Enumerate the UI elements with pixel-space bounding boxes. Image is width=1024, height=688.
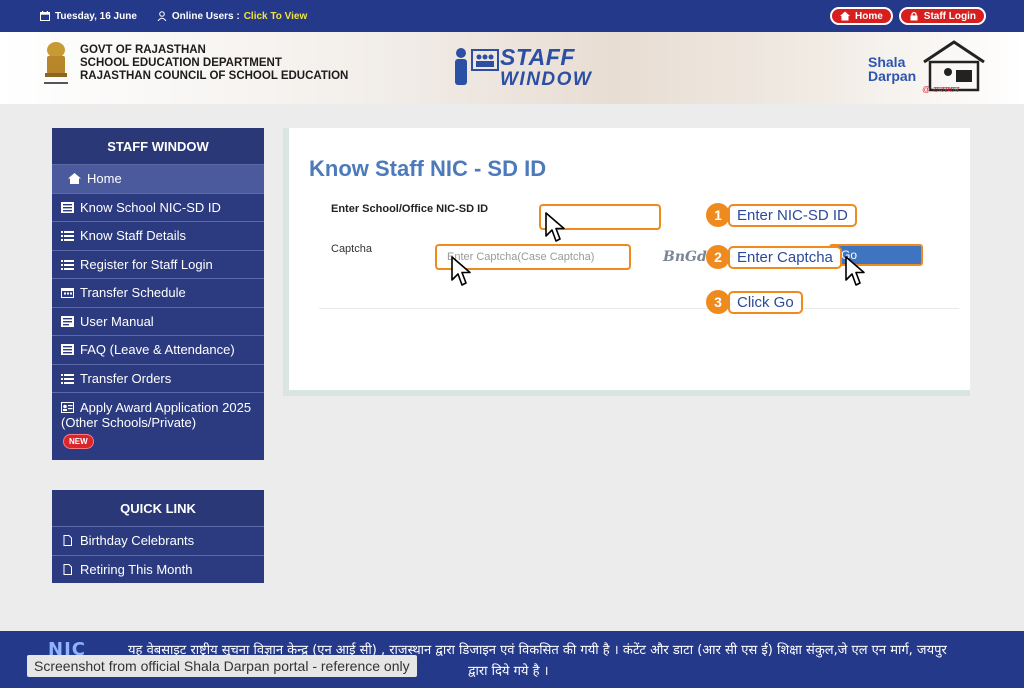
- calendar-icon: [40, 11, 50, 21]
- sidebar-item-sublabel: (Other Schools/Private): [61, 415, 197, 430]
- file-icon: [63, 563, 72, 575]
- sidebar-item-home[interactable]: Home: [52, 164, 264, 193]
- id-card-icon: [61, 402, 74, 413]
- hand-cursor-icon: [545, 212, 565, 242]
- top-bar: Tuesday, 16 June Online Users : Click To…: [0, 0, 1024, 32]
- sidebar-item-label: Transfer Orders: [80, 370, 172, 386]
- sidebar-item-label: User Manual: [80, 313, 154, 329]
- sidebar-item-user-manual[interactable]: User Manual: [52, 306, 264, 336]
- staff-login-button[interactable]: Staff Login: [898, 7, 986, 25]
- shala-darpan-logo: Shala Darpan @ राजस्थान: [866, 40, 986, 96]
- govt-line-3: RAJASTHAN COUNCIL OF SCHOOL EDUCATION: [80, 70, 349, 82]
- faq-icon: [61, 344, 74, 356]
- hand-cursor-icon: [451, 256, 471, 286]
- list-icon: [61, 373, 74, 384]
- sidebar-item-transfer-orders[interactable]: Transfer Orders: [52, 363, 264, 393]
- home-icon: [68, 173, 81, 185]
- quicklink-birthday-celebrants[interactable]: Birthday Celebrants: [52, 526, 264, 555]
- home-button[interactable]: Home: [829, 7, 893, 25]
- step-callout-1: 1 Enter NIC-SD ID: [706, 203, 857, 227]
- list-icon: [61, 231, 74, 242]
- step-number: 3: [706, 290, 730, 314]
- captcha-label: Captcha: [331, 243, 372, 255]
- quicklink-retiring-this-month[interactable]: Retiring This Month: [52, 554, 264, 584]
- new-badge: NEW: [63, 434, 94, 449]
- govt-line-1: GOVT OF RAJASTHAN: [80, 44, 206, 56]
- online-users-label: Online Users :: [171, 10, 240, 22]
- darpan-text: Darpan: [868, 68, 917, 84]
- site-header: GOVT OF RAJASTHAN SCHOOL EDUCATION DEPAR…: [0, 32, 1024, 104]
- sidebar-item-faq[interactable]: FAQ (Leave & Attendance): [52, 335, 264, 364]
- sidebar-item-know-staff-details[interactable]: Know Staff Details: [52, 221, 264, 250]
- award-row: Apply Award Application 2025: [61, 400, 251, 415]
- reference-watermark: Screenshot from official Shala Darpan po…: [27, 655, 417, 677]
- know-staff-panel: Know Staff NIC - SD ID Enter School/Offi…: [283, 128, 970, 396]
- hand-cursor-icon: [845, 256, 865, 286]
- staff-window-logo-line-2: WINDOW: [500, 69, 593, 90]
- nic-sd-id-label: Enter School/Office NIC-SD ID: [331, 203, 489, 215]
- staff-login-label: Staff Login: [923, 10, 976, 22]
- state-emblem-icon: [44, 42, 68, 84]
- manual-icon: [61, 315, 74, 327]
- govt-line-2: SCHOOL EDUCATION DEPARTMENT: [80, 57, 282, 69]
- step-callout-2: 2 Enter Captcha: [706, 245, 842, 269]
- staff-window-heading: STAFF WINDOW: [52, 128, 264, 164]
- lock-icon: [910, 11, 918, 21]
- user-icon: [157, 11, 167, 21]
- online-users: Online Users : Click To View: [157, 11, 307, 22]
- sidebar-item-label: Register for Staff Login: [80, 256, 213, 272]
- file-icon: [63, 535, 72, 547]
- list-icon: [61, 259, 74, 270]
- sidebar-item-label: Know Staff Details: [80, 228, 186, 244]
- online-users-link[interactable]: Click To View: [244, 11, 308, 22]
- sidebar-item-label: Home: [87, 171, 122, 187]
- date-display: Tuesday, 16 June: [40, 11, 137, 22]
- step-text: Enter NIC-SD ID: [728, 203, 857, 227]
- step-number: 1: [706, 203, 730, 227]
- quicklink-label: Birthday Celebrants: [80, 533, 195, 549]
- quick-link-menu: QUICK LINK Birthday Celebrants Retiring …: [52, 490, 264, 583]
- home-button-label: Home: [854, 10, 883, 22]
- step-text: Click Go: [728, 290, 803, 314]
- step-callout-3: 3 Click Go: [706, 290, 803, 314]
- sidebar-item-label: Transfer Schedule: [80, 285, 186, 301]
- quicklink-label: Retiring This Month: [80, 561, 193, 577]
- sidebar-item-apply-award-application[interactable]: Apply Award Application 2025 (Other Scho…: [52, 392, 264, 460]
- govt-title: GOVT OF RAJASTHAN SCHOOL EDUCATION DEPAR…: [80, 44, 348, 83]
- step-number: 2: [706, 245, 730, 269]
- form-divider: [319, 308, 959, 309]
- sidebar-item-label: Apply Award Application 2025: [80, 400, 252, 415]
- list-icon: [61, 201, 74, 213]
- page-title: Know Staff NIC - SD ID: [309, 156, 547, 181]
- staff-window-logo-line-1: STAFF: [500, 44, 575, 70]
- calendar-icon: [61, 288, 74, 299]
- date-text: Tuesday, 16 June: [55, 10, 137, 22]
- step-text: Enter Captcha: [728, 245, 842, 269]
- home-icon: [839, 11, 850, 21]
- staff-window-menu: STAFF WINDOW Home Know School NIC-SD ID …: [52, 128, 264, 460]
- sidebar-item-register-staff-login[interactable]: Register for Staff Login: [52, 249, 264, 279]
- sidebar-item-transfer-schedule[interactable]: Transfer Schedule: [52, 278, 264, 307]
- sidebar-item-label: FAQ (Leave & Attendance): [80, 342, 235, 358]
- rajasthan-subtext: @ राजस्थान: [922, 85, 959, 94]
- footer-text-line-2: द्वारा दिये गये है ।: [468, 664, 549, 679]
- sidebar-item-know-school-nic-sd-id[interactable]: Know School NIC-SD ID: [52, 192, 264, 222]
- quick-link-heading: QUICK LINK: [52, 490, 264, 526]
- sidebar-item-label: Know School NIC-SD ID: [80, 199, 221, 215]
